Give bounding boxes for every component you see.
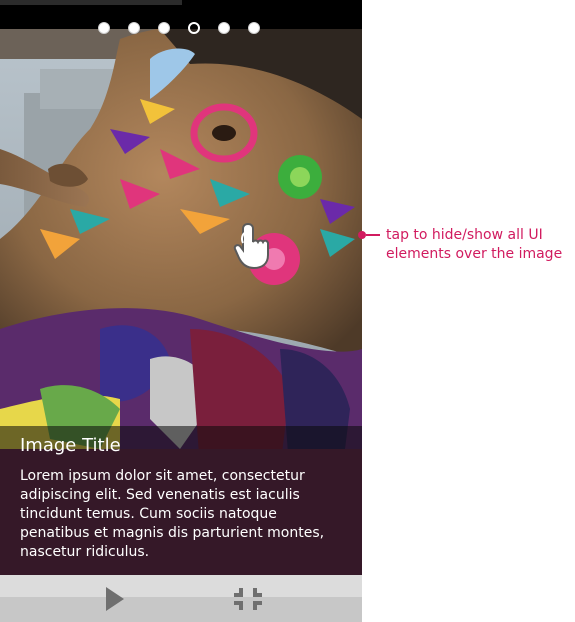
collapse-button[interactable] (232, 584, 264, 614)
play-icon (106, 587, 124, 611)
toolbar-shade (0, 575, 362, 597)
bottom-toolbar (0, 575, 362, 622)
image-title: Image Title (20, 435, 121, 456)
page-dot[interactable] (218, 22, 230, 34)
annotation-line-2: elements over the image (386, 246, 563, 262)
callout-dot (358, 231, 366, 239)
page-dot[interactable] (98, 22, 110, 34)
page-dot[interactable] (158, 22, 170, 34)
page-dot[interactable] (128, 22, 140, 34)
phone-frame: Image Title Lorem ipsum dolor sit amet, … (0, 0, 362, 622)
top-bar-accent (0, 0, 182, 5)
top-bar (0, 0, 362, 29)
tap-hand-icon (232, 222, 282, 270)
play-button[interactable] (100, 583, 130, 615)
page-dot[interactable] (248, 22, 260, 34)
image-description: Lorem ipsum dolor sit amet, consectetur … (20, 468, 325, 560)
image-caption: Image Title Lorem ipsum dolor sit amet, … (0, 426, 362, 575)
callout-line (366, 234, 380, 236)
annotation-line-1: tap to hide/show all UI (386, 227, 543, 243)
page-dot-active[interactable] (188, 22, 200, 34)
collapse-icon (234, 588, 262, 610)
annotation-text: tap to hide/show all UI elements over th… (386, 226, 575, 264)
